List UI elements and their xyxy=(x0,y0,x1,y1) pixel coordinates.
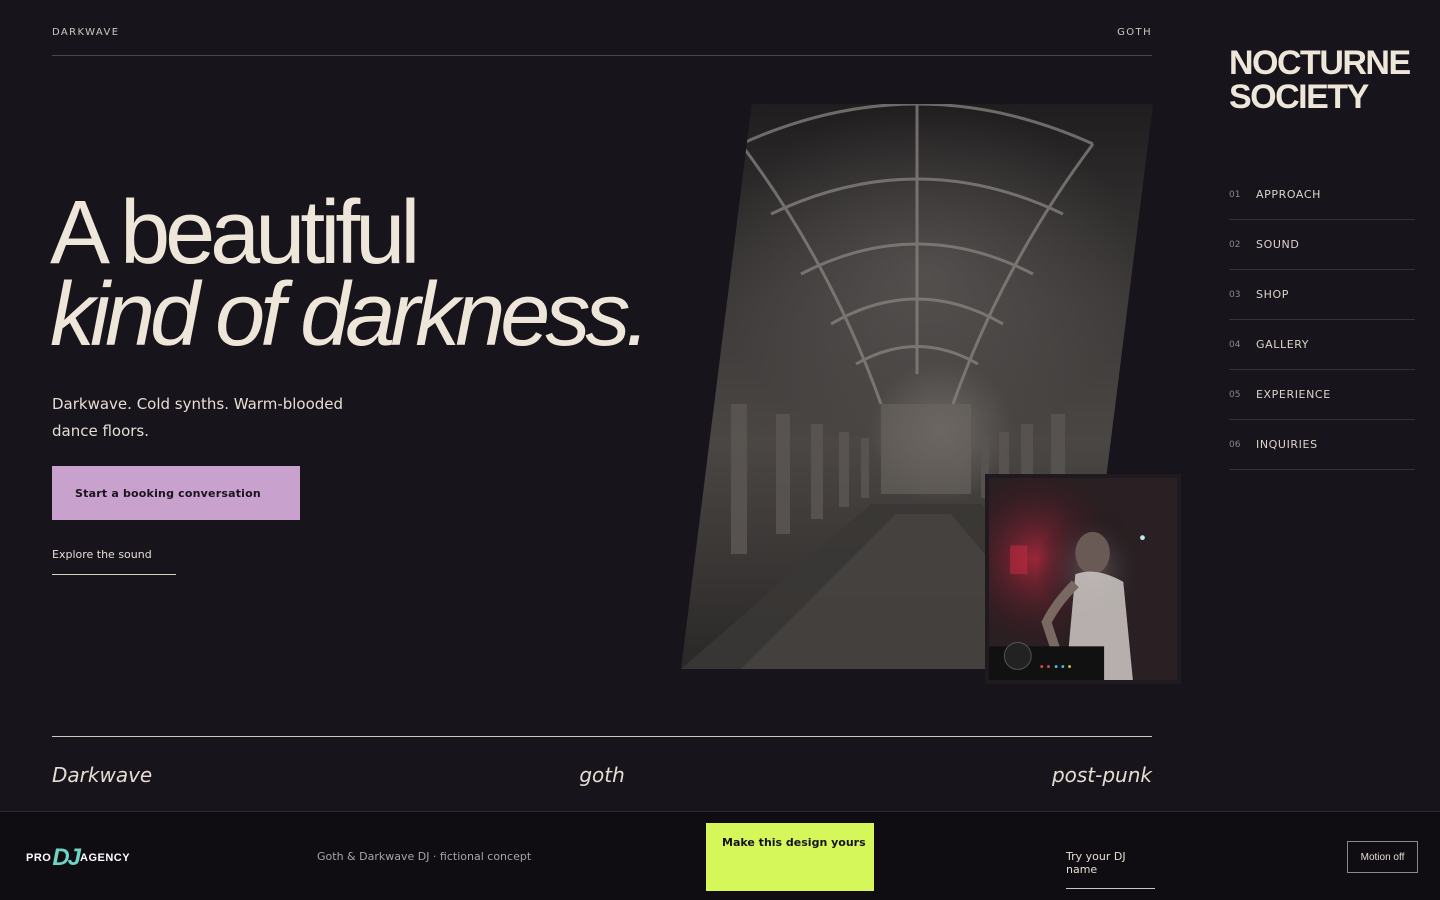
logo-agency: AGENCY xyxy=(80,852,131,864)
nav-number: 01 xyxy=(1229,189,1241,200)
logo-dj: DJ xyxy=(52,844,81,871)
nav-label: GALLERY xyxy=(1256,338,1310,351)
nav-number: 05 xyxy=(1229,389,1241,400)
headline-line-2: kind of darkness. xyxy=(50,265,650,365)
nav-label: INQUIRIES xyxy=(1256,438,1318,451)
nav-number: 03 xyxy=(1229,289,1241,300)
motion-toggle-button[interactable]: Motion off xyxy=(1347,841,1418,873)
brand-line-1: NOCTURNE xyxy=(1229,44,1411,82)
brand-logo[interactable]: NOCTURNE SOCIETY xyxy=(1229,46,1429,114)
nav-item-approach[interactable]: 01 APPROACH xyxy=(1229,170,1415,220)
headline-line-1: A beautiful xyxy=(50,183,420,283)
nav-label: APPROACH xyxy=(1256,188,1321,201)
genre-post-punk: post-punk xyxy=(1051,763,1152,787)
nav-item-experience[interactable]: 05 EXPERIENCE xyxy=(1229,370,1415,420)
top-divider xyxy=(52,55,1152,56)
nav-item-gallery[interactable]: 04 GALLERY xyxy=(1229,320,1415,370)
explore-sound-link[interactable]: Explore the sound xyxy=(52,548,176,575)
hero-headline: A beautiful kind of darkness. xyxy=(50,183,650,365)
top-bar-left-label: DARKWAVE xyxy=(52,27,120,38)
genre-darkwave: Darkwave xyxy=(52,763,153,787)
logo-pro: PRO xyxy=(26,852,52,864)
nav-item-sound[interactable]: 02 SOUND xyxy=(1229,220,1415,270)
nav-number: 02 xyxy=(1229,239,1241,250)
nav-label: SHOP xyxy=(1256,288,1289,301)
nav-number: 06 xyxy=(1229,439,1241,450)
nav-number: 04 xyxy=(1229,339,1241,350)
dj-photo xyxy=(985,474,1181,684)
make-design-yours-button[interactable]: Make this design yours xyxy=(706,823,874,891)
top-bar: DARKWAVE GOTH xyxy=(52,27,1152,38)
nav-item-inquiries[interactable]: 06 INQUIRIES xyxy=(1229,420,1415,470)
genre-list: Darkwave goth post-punk xyxy=(52,763,1152,787)
try-dj-name-link[interactable]: Try your DJ name xyxy=(1066,850,1155,889)
concept-note: Goth & Darkwave DJ · fictional concept xyxy=(317,850,532,863)
nav-label: EXPERIENCE xyxy=(1256,388,1331,401)
hero-subcopy: Darkwave. Cold synths. Warm-blooded danc… xyxy=(52,395,344,440)
genre-divider xyxy=(52,736,1152,737)
nav-label: SOUND xyxy=(1256,238,1300,251)
top-bar-right-label: GOTH xyxy=(1117,27,1152,38)
brand-line-2: SOCIETY xyxy=(1229,78,1369,116)
genre-goth: goth xyxy=(579,763,625,787)
booking-cta-button[interactable]: Start a booking conversation xyxy=(52,466,300,520)
side-nav: 01 APPROACH 02 SOUND 03 SHOP 04 GALLERY … xyxy=(1229,170,1415,470)
nav-item-shop[interactable]: 03 SHOP xyxy=(1229,270,1415,320)
footer-bar: PRO DJ AGENCY Goth & Darkwave DJ · ficti… xyxy=(0,811,1440,900)
prodj-agency-logo[interactable]: PRO DJ AGENCY xyxy=(26,844,131,871)
